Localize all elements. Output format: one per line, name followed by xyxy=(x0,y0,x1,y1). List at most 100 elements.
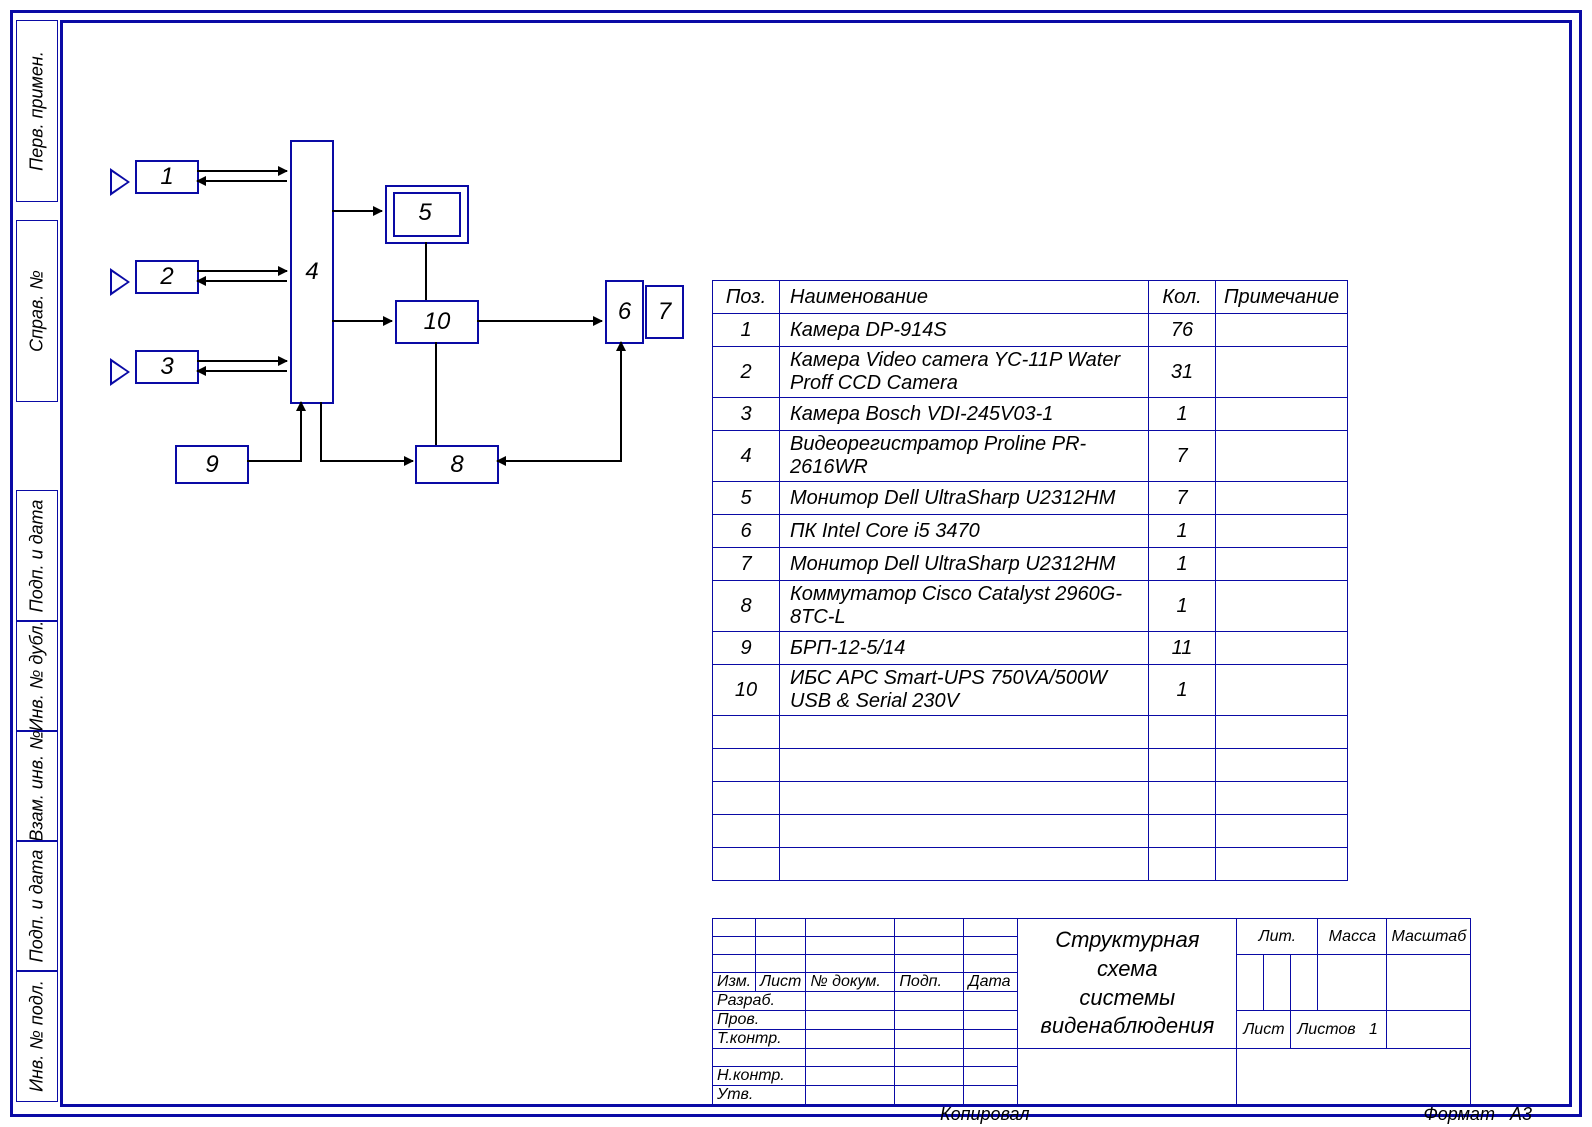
connector xyxy=(247,460,302,462)
connector xyxy=(477,320,602,322)
tb-listov: Листов xyxy=(1297,1021,1355,1038)
header-name: Наименование xyxy=(780,281,1149,314)
cell-note xyxy=(1216,632,1348,665)
stamp-inv-dubl: Инв. № дубл. xyxy=(16,620,58,732)
stamp-label: Подп. и дата xyxy=(27,850,48,963)
cell-note xyxy=(1216,431,1348,482)
table-row-empty xyxy=(713,716,1348,749)
block-label: 3 xyxy=(160,353,173,381)
connector xyxy=(332,210,382,212)
block-label: 7 xyxy=(658,298,671,326)
connector xyxy=(320,460,413,462)
cell-qty: 1 xyxy=(1149,548,1216,581)
table-row: 6ПК Intel Core i5 34701 xyxy=(713,515,1348,548)
cell-name: БРП-12-5/14 xyxy=(780,632,1149,665)
footer-kopiroval: Копировал xyxy=(940,1104,1030,1125)
cell-pos: 1 xyxy=(713,314,780,347)
title-line-2: системы виденаблюдения xyxy=(1040,985,1214,1039)
cell-pos: 8 xyxy=(713,581,780,632)
cell-note xyxy=(1216,482,1348,515)
block-label: 1 xyxy=(160,163,173,191)
cell-name: Монитор Dell UltraSharp U2312HM xyxy=(780,482,1149,515)
camera-icon xyxy=(110,358,130,386)
cell-note xyxy=(1216,314,1348,347)
block-label: 9 xyxy=(205,451,218,479)
block-10: 10 xyxy=(395,300,479,344)
tb-mashtab: Масштаб xyxy=(1387,919,1471,955)
tb-list2: Лист xyxy=(1237,1011,1291,1049)
cell-note xyxy=(1216,581,1348,632)
cell-name: Камера Bosch VDI-245V03-1 xyxy=(780,398,1149,431)
table-row: 9БРП-12-5/1411 xyxy=(713,632,1348,665)
connector xyxy=(197,270,287,272)
cell-name: ИБС APC Smart-UPS 750VA/500W USB & Seria… xyxy=(780,665,1149,716)
block-2: 2 xyxy=(135,260,199,294)
connector xyxy=(197,370,287,372)
block-4: 4 xyxy=(290,140,334,404)
cell-qty: 7 xyxy=(1149,431,1216,482)
cell-name: Камера Video camera YC-11P Water Proff C… xyxy=(780,347,1149,398)
cell-qty: 31 xyxy=(1149,347,1216,398)
cell-name: Коммутатор Cisco Catalyst 2960G-8TC-L xyxy=(780,581,1149,632)
tb-ndoc: № докум. xyxy=(806,973,895,992)
cell-qty: 7 xyxy=(1149,482,1216,515)
camera-icon xyxy=(110,168,130,196)
cell-qty: 1 xyxy=(1149,581,1216,632)
connector-arrow xyxy=(497,460,498,462)
connector xyxy=(197,180,287,182)
header-qty: Кол. xyxy=(1149,281,1216,314)
camera-icon xyxy=(110,268,130,296)
cell-qty: 76 xyxy=(1149,314,1216,347)
drawing-sheet: Перв. примен. Справ. № Подп. и дата Инв.… xyxy=(0,0,1592,1127)
stamp-label: Инв. № подл. xyxy=(27,980,48,1092)
stamp-inv-podl: Инв. № подл. xyxy=(16,970,58,1102)
stamp-label: Подп. и дата xyxy=(27,500,48,613)
stamp-label: Перв. примен. xyxy=(27,51,48,171)
block-1: 1 xyxy=(135,160,199,194)
cell-note xyxy=(1216,347,1348,398)
stamp-podp-data-1: Подп. и дата xyxy=(16,490,58,622)
cell-qty: 1 xyxy=(1149,398,1216,431)
parts-header-row: Поз. Наименование Кол. Примечание xyxy=(713,281,1348,314)
tb-massa: Масса xyxy=(1318,919,1387,955)
cell-pos: 9 xyxy=(713,632,780,665)
connector xyxy=(197,170,287,172)
stamp-label: Взам. инв. № xyxy=(27,730,48,841)
block-label: 6 xyxy=(618,298,631,326)
connector xyxy=(332,320,392,322)
cell-name: Монитор Dell UltraSharp U2312HM xyxy=(780,548,1149,581)
tb-izm: Изм. xyxy=(713,973,756,992)
table-row-empty xyxy=(713,782,1348,815)
block-5: 5 xyxy=(385,185,465,240)
cell-pos: 7 xyxy=(713,548,780,581)
stamp-label: Справ. № xyxy=(27,270,48,352)
cell-pos: 10 xyxy=(713,665,780,716)
cell-pos: 3 xyxy=(713,398,780,431)
cell-name: Камера DP-914S xyxy=(780,314,1149,347)
cell-pos: 6 xyxy=(713,515,780,548)
cell-name: Видеорегистратор Proline PR-2616WR xyxy=(780,431,1149,482)
cell-note xyxy=(1216,548,1348,581)
table-row-empty xyxy=(713,848,1348,881)
table-row: 2Камера Video camera YC-11P Water Proff … xyxy=(713,347,1348,398)
cell-note xyxy=(1216,515,1348,548)
stamp-perv-primen: Перв. примен. xyxy=(16,20,58,202)
table-row: 3Камера Bosch VDI-245V03-11 xyxy=(713,398,1348,431)
table-row: 5Монитор Dell UltraSharp U2312HM7 xyxy=(713,482,1348,515)
connector xyxy=(300,402,302,462)
block-label: 4 xyxy=(305,258,318,286)
cell-note xyxy=(1216,665,1348,716)
parts-table: Поз. Наименование Кол. Примечание 1Камер… xyxy=(712,280,1348,881)
table-row: 8Коммутатор Cisco Catalyst 2960G-8TC-L1 xyxy=(713,581,1348,632)
stamp-label: Инв. № дубл. xyxy=(27,621,48,732)
tb-data: Дата xyxy=(964,973,1018,992)
table-row: 7Монитор Dell UltraSharp U2312HM1 xyxy=(713,548,1348,581)
connector xyxy=(425,242,427,300)
tb-utv: Утв. xyxy=(713,1086,806,1105)
block-8: 8 xyxy=(415,445,499,484)
title-line-1: Структурная схема xyxy=(1055,927,1199,981)
stamp-sprav-no: Справ. № xyxy=(16,220,58,402)
table-row: 4Видеорегистратор Proline PR-2616WR7 xyxy=(713,431,1348,482)
block-7: 7 xyxy=(645,285,684,339)
footer-format: Формат А3 xyxy=(1423,1104,1532,1125)
